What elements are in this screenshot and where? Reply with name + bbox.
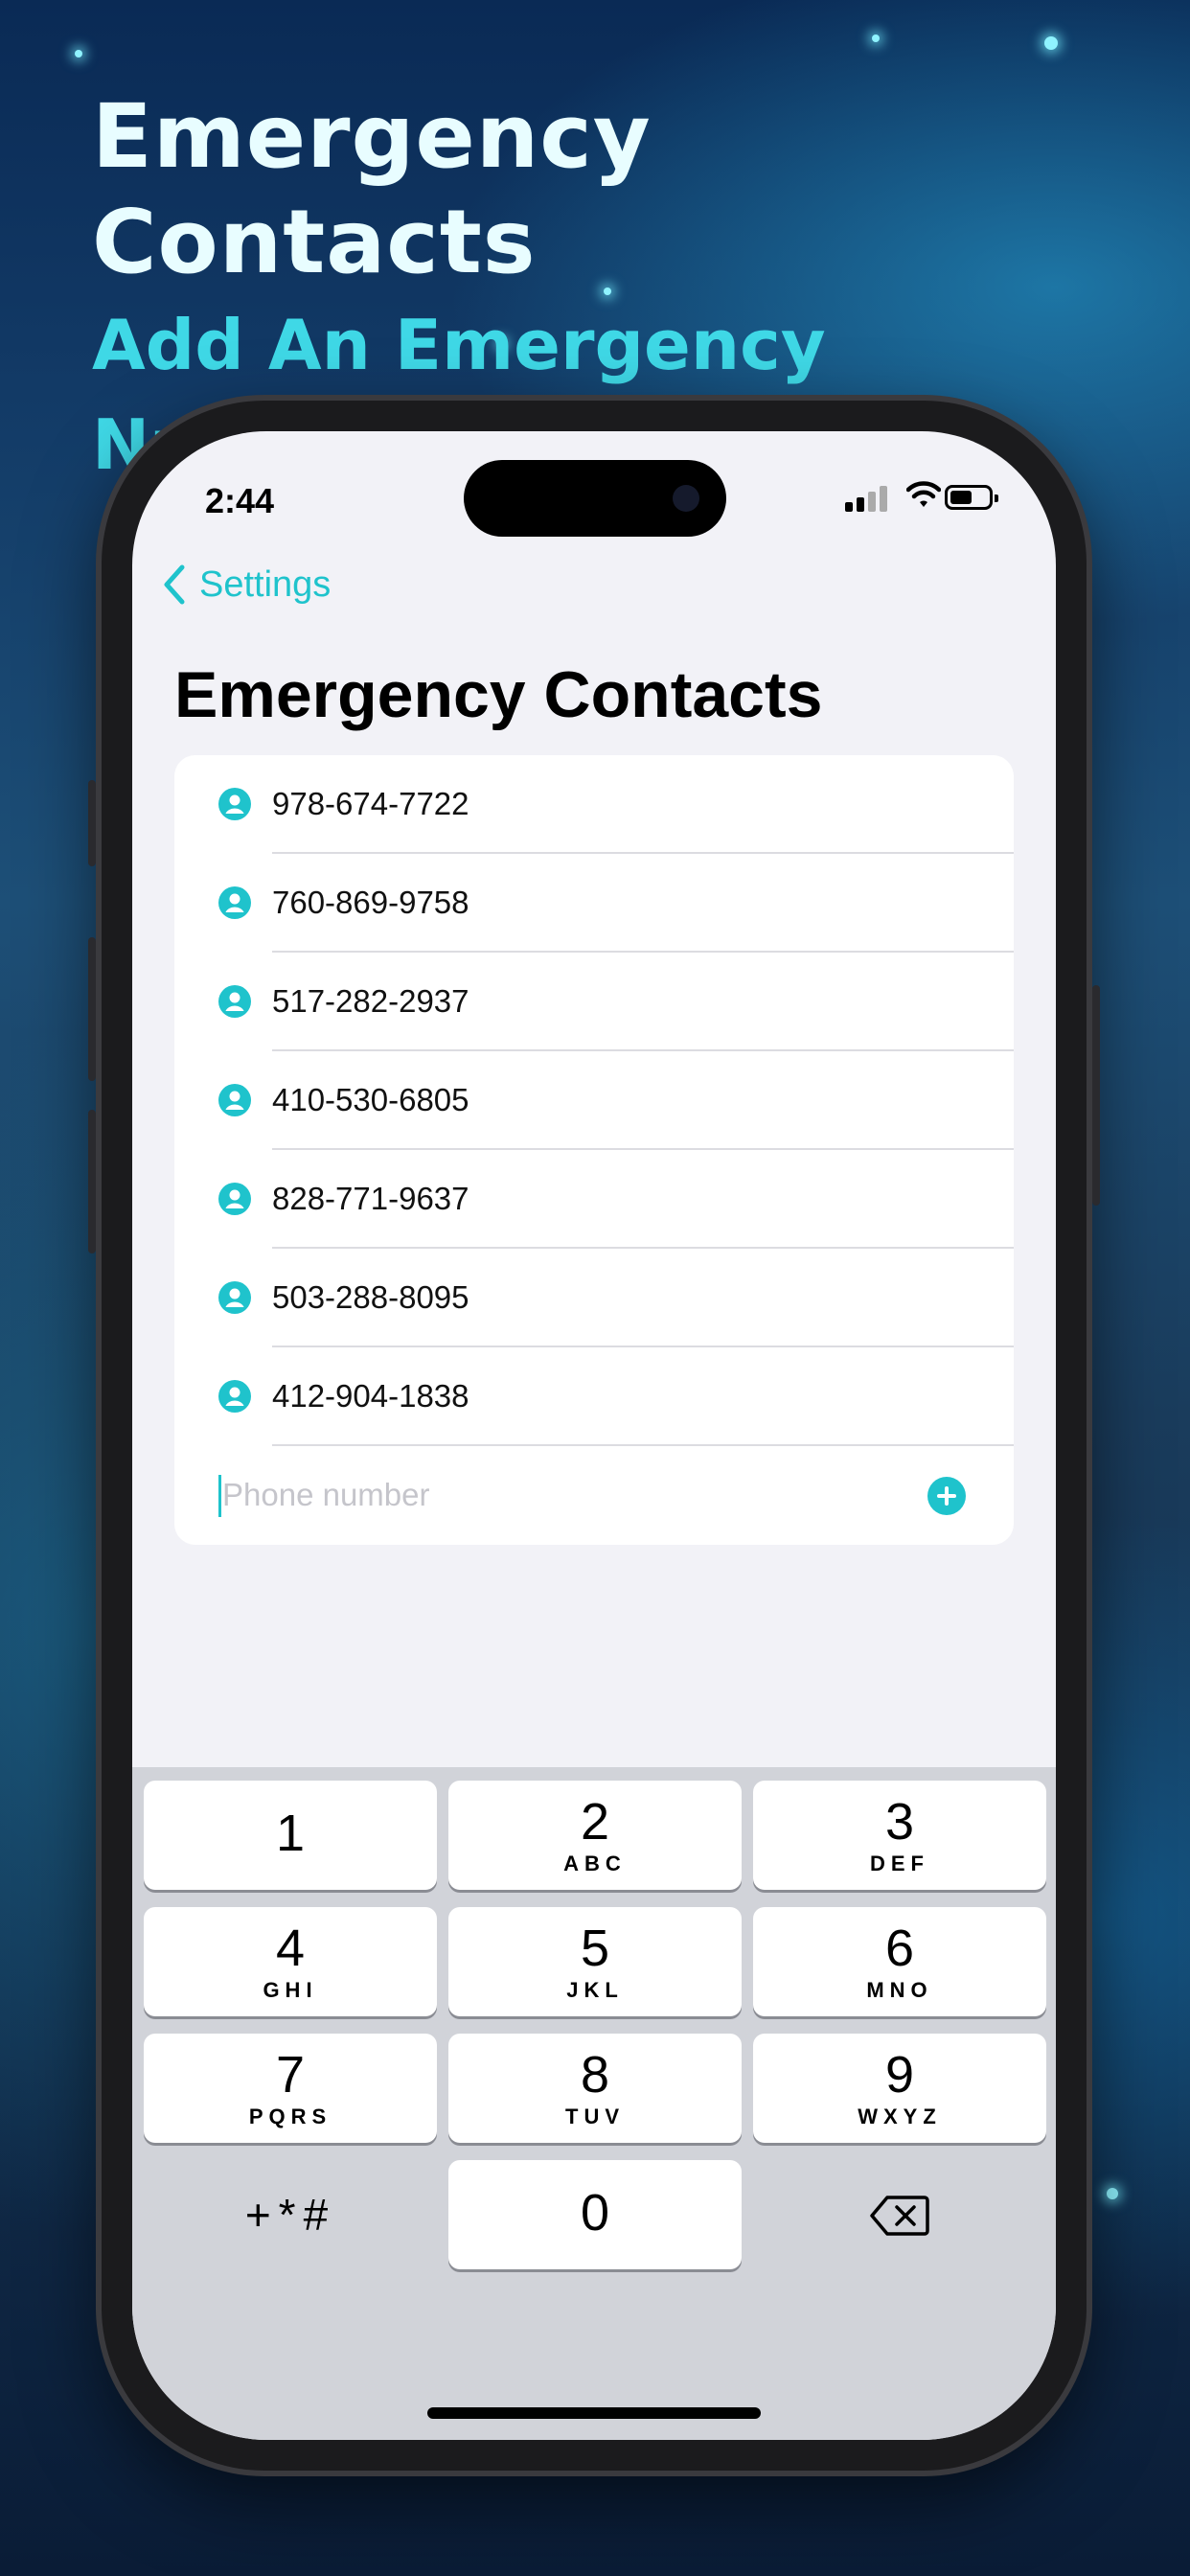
contact-row[interactable]: 412-904-1838 [174, 1347, 1014, 1446]
key-digit: 8 [580, 2046, 610, 2104]
key-9[interactable]: 9 WXYZ [753, 2034, 1046, 2143]
phone-side-button [88, 937, 96, 1081]
sparkle [75, 50, 82, 58]
person-circle-icon [218, 886, 251, 919]
key-digit: 3 [884, 1793, 915, 1851]
key-digit: 4 [275, 1920, 306, 1977]
person-circle-icon [218, 1281, 251, 1314]
contact-number: 978-674-7722 [272, 786, 469, 821]
contacts-list: 978-674-7722 760-869-9758 517-282-2937 4… [174, 755, 1014, 1545]
key-letters: ABC [563, 1852, 627, 1875]
sparkle [872, 34, 880, 42]
contact-row[interactable]: 503-288-8095 [174, 1249, 1014, 1347]
key-2[interactable]: 2 ABC [448, 1781, 742, 1890]
text-cursor [218, 1475, 221, 1517]
key-0[interactable]: 0 [448, 2160, 742, 2269]
phone-frame: 2:44 Settings Emergency Contacts 978-674… [88, 401, 1100, 2471]
phone-side-button [1092, 985, 1100, 1206]
contact-number: 503-288-8095 [272, 1279, 469, 1315]
contact-number: 412-904-1838 [272, 1378, 469, 1414]
key-letters: PQRS [248, 2104, 332, 2128]
key-8[interactable]: 8 TUV [448, 2034, 742, 2143]
person-circle-icon [218, 788, 251, 820]
backspace-icon [870, 2196, 929, 2236]
key-4[interactable]: 4 GHI [144, 1907, 437, 2016]
key-digit: 6 [884, 1920, 915, 1977]
key-digit: 5 [580, 1920, 610, 1977]
key-3[interactable]: 3 DEF [753, 1781, 1046, 1890]
contact-row[interactable]: 410-530-6805 [174, 1051, 1014, 1150]
status-time: 2:44 [205, 481, 275, 520]
contact-row[interactable]: 760-869-9758 [174, 854, 1014, 953]
phone-number-input-row: Phone number [174, 1446, 1014, 1545]
person-circle-icon [218, 1084, 251, 1116]
home-indicator[interactable] [427, 2407, 761, 2419]
contact-number: 410-530-6805 [272, 1082, 469, 1117]
person-circle-icon [218, 1380, 251, 1413]
key-letters: WXYZ [858, 2104, 942, 2128]
promo-title: Emergency Contacts [92, 85, 652, 293]
key-letters: JKL [566, 1978, 624, 2002]
key-1[interactable]: 1 [144, 1781, 437, 1890]
key-digit: 7 [275, 2046, 306, 2104]
key-digit: 1 [275, 1805, 306, 1862]
phone-side-button [88, 1110, 96, 1254]
key-7[interactable]: 7 PQRS [144, 2034, 437, 2143]
sparkle [1107, 2188, 1118, 2199]
person-circle-icon [218, 1183, 251, 1215]
contact-number: 517-282-2937 [272, 983, 469, 1019]
key-letters: TUV [565, 2104, 625, 2128]
person-circle-icon [218, 985, 251, 1018]
plus-circle-icon[interactable] [927, 1477, 966, 1515]
back-button-label: Settings [199, 564, 332, 605]
key-letters: MNO [866, 1978, 933, 2002]
key-symbols-label: +*# [244, 2190, 336, 2240]
key-letters: DEF [870, 1852, 929, 1875]
contact-row[interactable]: 978-674-7722 [174, 755, 1014, 854]
page-title: Emergency Contacts [174, 658, 823, 731]
numeric-keypad: 1 2 ABC 3 DEF 4 GHI 5 JKL 6 MNO 7 PQRS 8… [132, 1767, 1056, 2440]
key-5[interactable]: 5 JKL [448, 1907, 742, 2016]
phone-number-input[interactable]: Phone number [222, 1477, 429, 1513]
delete-button[interactable] [753, 2160, 1046, 2269]
key-6[interactable]: 6 MNO [753, 1907, 1046, 2016]
contact-row[interactable]: 517-282-2937 [174, 953, 1014, 1051]
key-digit: 2 [580, 1793, 610, 1851]
contact-number: 828-771-9637 [272, 1181, 469, 1216]
status-icons [845, 479, 1008, 518]
dynamic-island [464, 460, 726, 537]
key-symbols[interactable]: +*# [144, 2160, 437, 2269]
chevron-left-icon [164, 564, 185, 605]
wifi-icon [906, 481, 941, 507]
camera-icon [673, 485, 699, 512]
phone-screen: 2:44 Settings Emergency Contacts 978-674… [132, 431, 1056, 2440]
key-digit: 9 [884, 2046, 915, 2104]
key-digit: 0 [580, 2184, 610, 2242]
contact-number: 760-869-9758 [272, 885, 469, 920]
key-letters: GHI [263, 1978, 318, 2002]
contact-row[interactable]: 828-771-9637 [174, 1150, 1014, 1249]
battery-icon [945, 485, 998, 510]
sparkle [1044, 36, 1058, 50]
phone-side-button [88, 780, 96, 866]
back-button[interactable]: Settings [161, 564, 331, 606]
